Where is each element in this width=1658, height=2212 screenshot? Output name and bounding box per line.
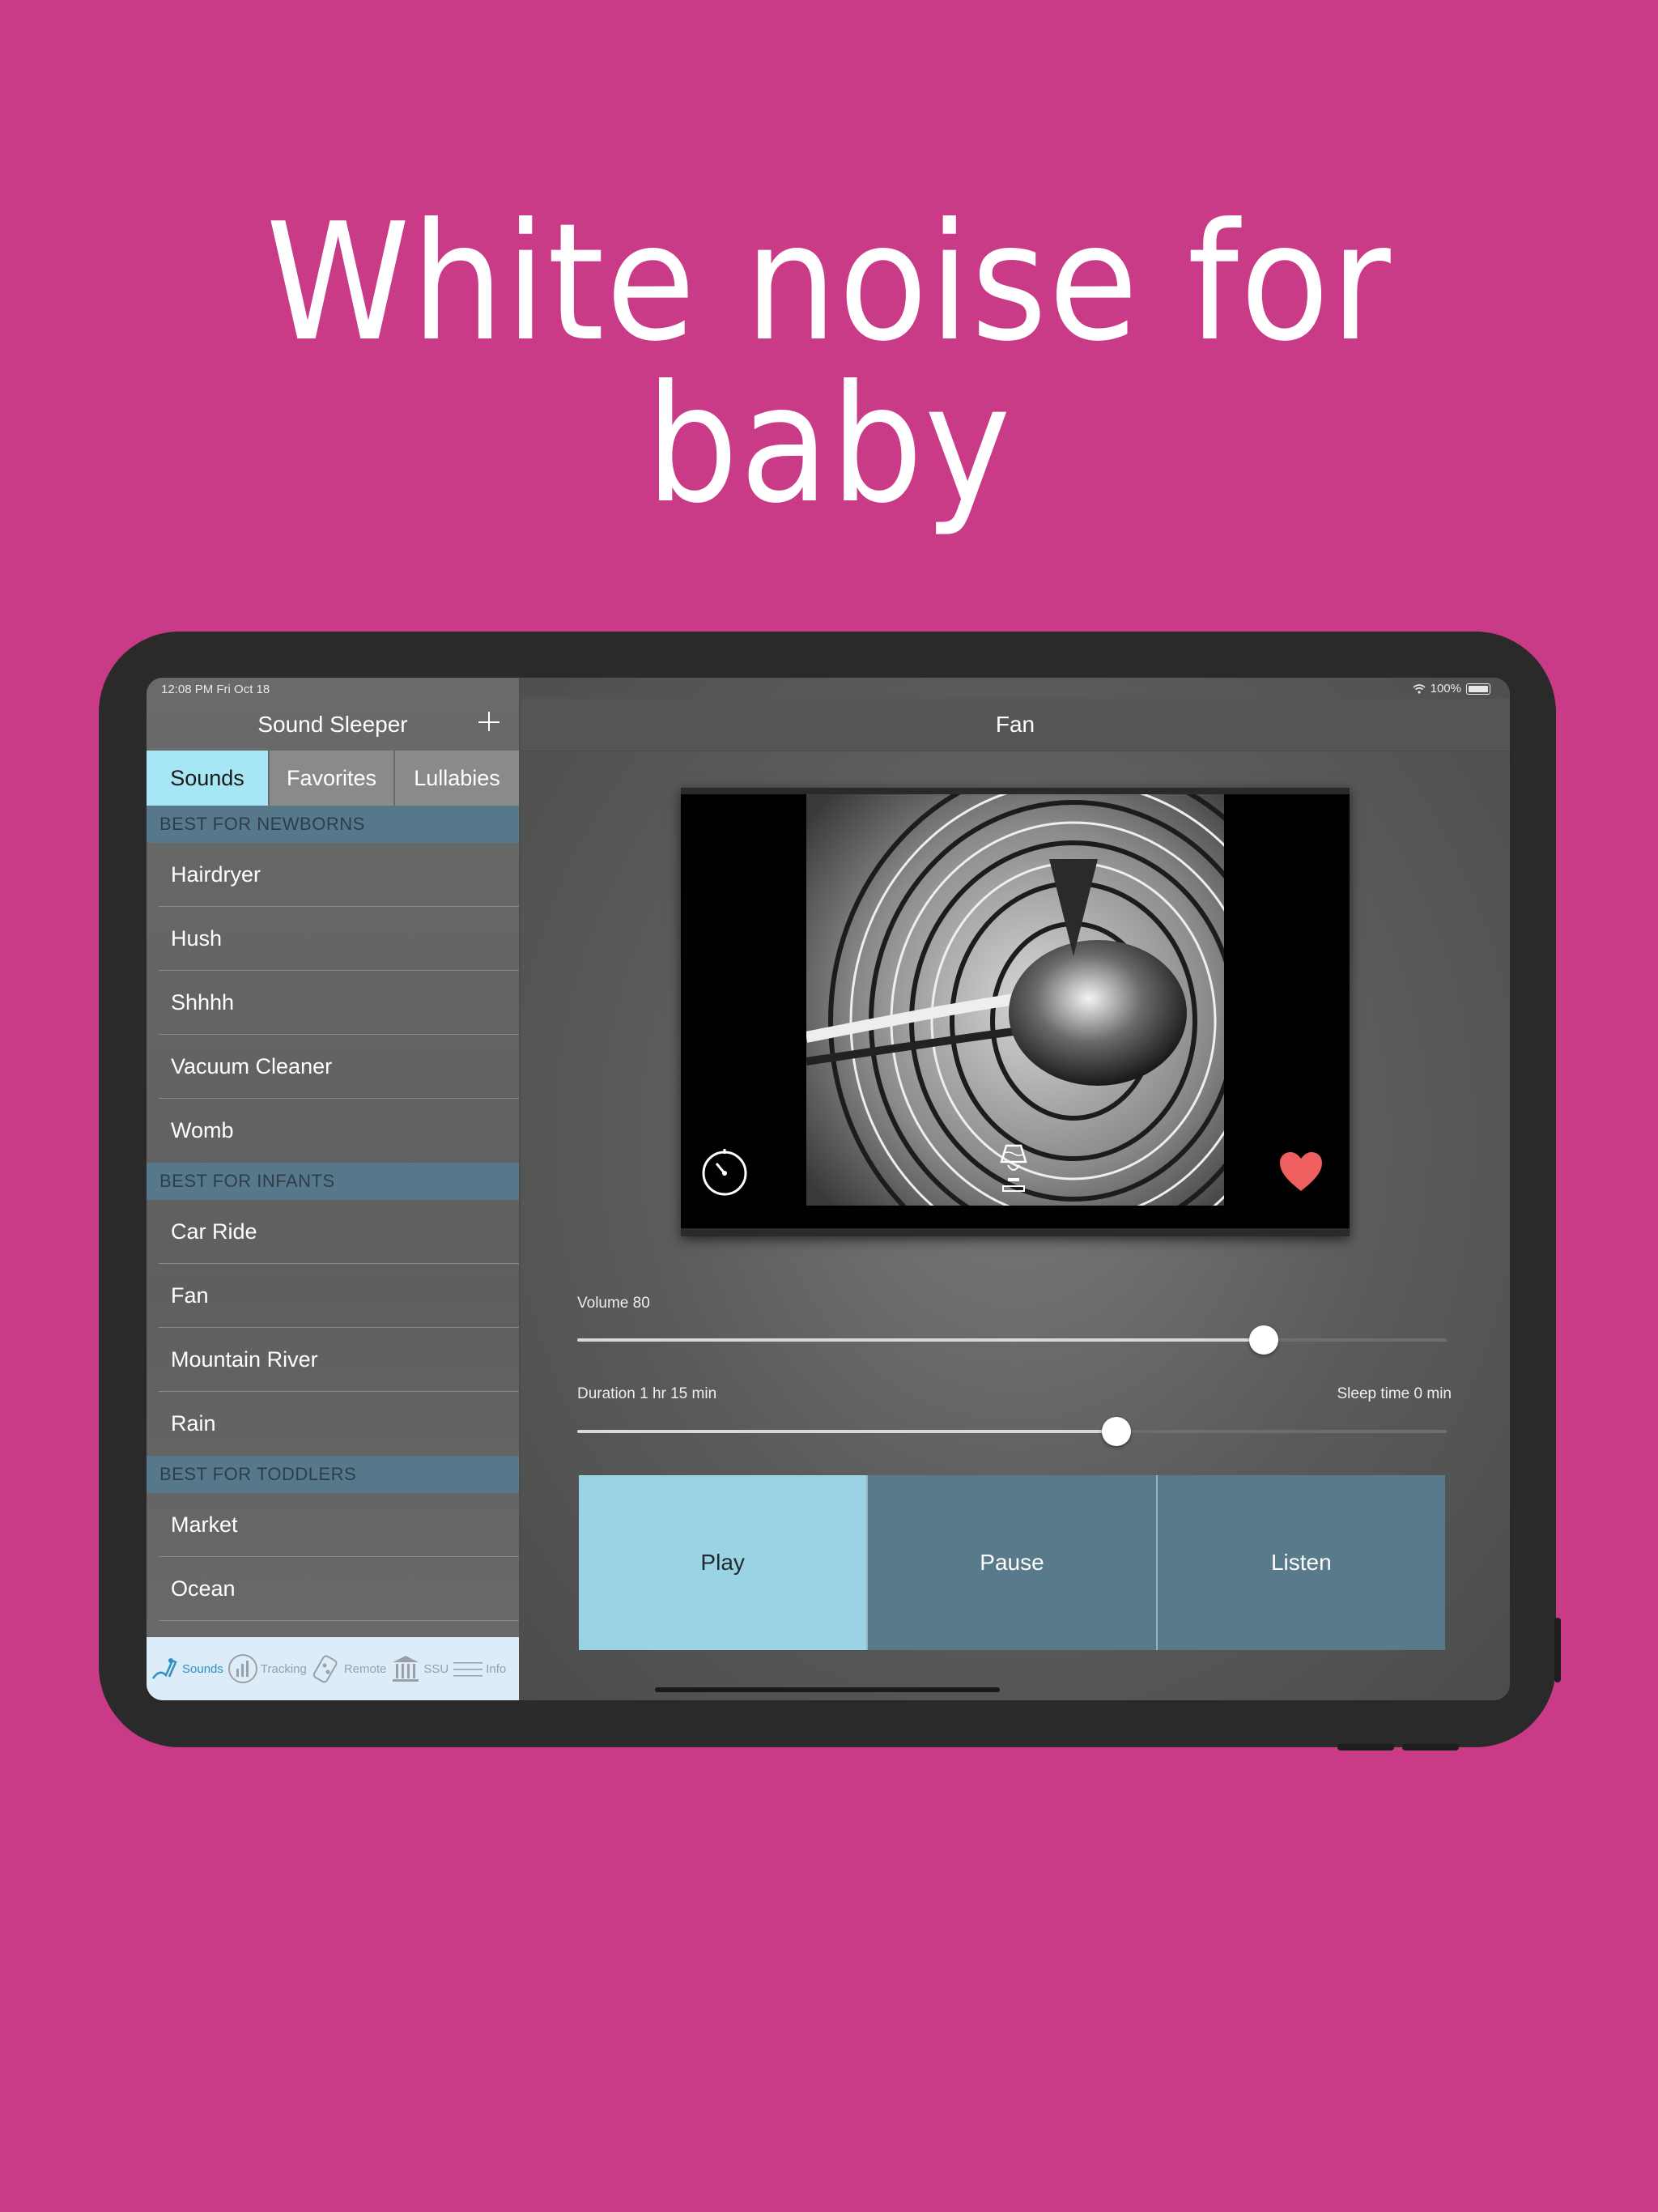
battery-icon bbox=[1466, 683, 1490, 695]
headline: White noise for baby bbox=[266, 189, 1392, 539]
sound-list: BEST FOR NEWBORNS Hairdryer Hush Shhhh V… bbox=[147, 806, 519, 1621]
tab-label: Sounds bbox=[182, 1661, 223, 1676]
tab-bar: Sounds Tracking Remote SSU Info bbox=[147, 1637, 519, 1700]
listen-button[interactable]: Listen bbox=[1157, 1475, 1445, 1650]
sidebar-nav-bar: Sound Sleeper bbox=[147, 699, 519, 751]
section-header: BEST FOR TODDLERS bbox=[147, 1456, 519, 1493]
battery-percent: 100% bbox=[1430, 682, 1461, 696]
tab-sounds[interactable]: Sounds bbox=[147, 1637, 225, 1700]
list-item[interactable]: Market bbox=[147, 1493, 519, 1557]
list-item[interactable]: Fan bbox=[147, 1264, 519, 1328]
plus-icon[interactable] bbox=[475, 707, 503, 734]
list-item[interactable]: Vacuum Cleaner bbox=[147, 1035, 519, 1099]
menu-lines-icon bbox=[453, 1662, 483, 1677]
segment-lullabies[interactable]: Lullabies bbox=[395, 751, 519, 806]
building-icon bbox=[393, 1656, 419, 1682]
duration-thumb[interactable] bbox=[1101, 1417, 1131, 1446]
detail-nav-bar: Fan bbox=[521, 699, 1510, 751]
pause-button[interactable]: Pause bbox=[868, 1475, 1158, 1650]
sidebar-title: Sound Sleeper bbox=[257, 712, 408, 737]
wifi-icon bbox=[1413, 683, 1426, 694]
screen: Sound Sleeper Sounds Favorites Lullabies… bbox=[147, 678, 1510, 1700]
duration-label: Duration 1 hr 15 min bbox=[577, 1385, 717, 1402]
detail-pane: Fan Volume 80 Duration 1 hr 15 min Sleep… bbox=[521, 678, 1510, 1700]
timer-icon[interactable] bbox=[700, 1147, 749, 1196]
volume-fill bbox=[577, 1338, 1265, 1342]
remote-icon bbox=[312, 1655, 338, 1683]
heart-icon[interactable] bbox=[1278, 1151, 1324, 1193]
tab-label: Info bbox=[486, 1661, 507, 1676]
playback-controls: Play Pause Listen bbox=[579, 1475, 1445, 1650]
segment-favorites[interactable]: Favorites bbox=[270, 751, 395, 806]
tab-label: Tracking bbox=[260, 1661, 307, 1676]
chart-icon bbox=[227, 1654, 257, 1683]
play-button[interactable]: Play bbox=[579, 1475, 869, 1650]
list-item[interactable]: Hush bbox=[147, 907, 519, 971]
tab-ssu[interactable]: SSU bbox=[388, 1637, 450, 1700]
volume-button bbox=[1337, 1744, 1394, 1750]
tab-label: SSU bbox=[423, 1661, 449, 1676]
tab-remote[interactable]: Remote bbox=[308, 1637, 389, 1700]
volume-slider[interactable] bbox=[577, 1325, 1447, 1355]
status-time: 12:08 PM Fri Oct 18 bbox=[161, 683, 270, 696]
list-item[interactable]: Shhhh bbox=[147, 971, 519, 1035]
volume-thumb[interactable] bbox=[1249, 1325, 1279, 1355]
home-indicator bbox=[655, 1687, 1000, 1692]
list-item[interactable]: Mountain River bbox=[147, 1328, 519, 1392]
music-bird-icon bbox=[151, 1658, 177, 1679]
tab-label: Remote bbox=[343, 1661, 387, 1676]
side-button bbox=[1554, 1618, 1561, 1682]
sound-artwork bbox=[681, 788, 1350, 1236]
section-header: BEST FOR INFANTS bbox=[147, 1163, 519, 1200]
night-light-icon[interactable] bbox=[993, 1142, 1034, 1194]
tab-tracking[interactable]: Tracking bbox=[225, 1637, 308, 1700]
segment-sounds[interactable]: Sounds bbox=[147, 751, 270, 806]
status-bar: 12:08 PM Fri Oct 18 100% bbox=[147, 678, 1510, 699]
duration-fill bbox=[577, 1430, 1116, 1433]
section-header: BEST FOR NEWBORNS bbox=[147, 806, 519, 843]
detail-title: Fan bbox=[995, 712, 1035, 737]
list-item[interactable]: Rain bbox=[147, 1392, 519, 1456]
list-item[interactable]: Car Ride bbox=[147, 1200, 519, 1264]
volume-label: Volume 80 bbox=[577, 1295, 650, 1312]
volume-button bbox=[1402, 1744, 1459, 1750]
segmented-control: Sounds Favorites Lullabies bbox=[147, 751, 519, 806]
sidebar: Sound Sleeper Sounds Favorites Lullabies… bbox=[147, 678, 521, 1700]
list-item[interactable]: Ocean bbox=[147, 1557, 519, 1621]
tab-info[interactable]: Info bbox=[450, 1637, 508, 1700]
sleep-time-label: Sleep time 0 min bbox=[1337, 1385, 1452, 1402]
list-item[interactable]: Womb bbox=[147, 1099, 519, 1163]
duration-slider[interactable] bbox=[577, 1417, 1447, 1446]
list-item[interactable]: Hairdryer bbox=[147, 843, 519, 907]
